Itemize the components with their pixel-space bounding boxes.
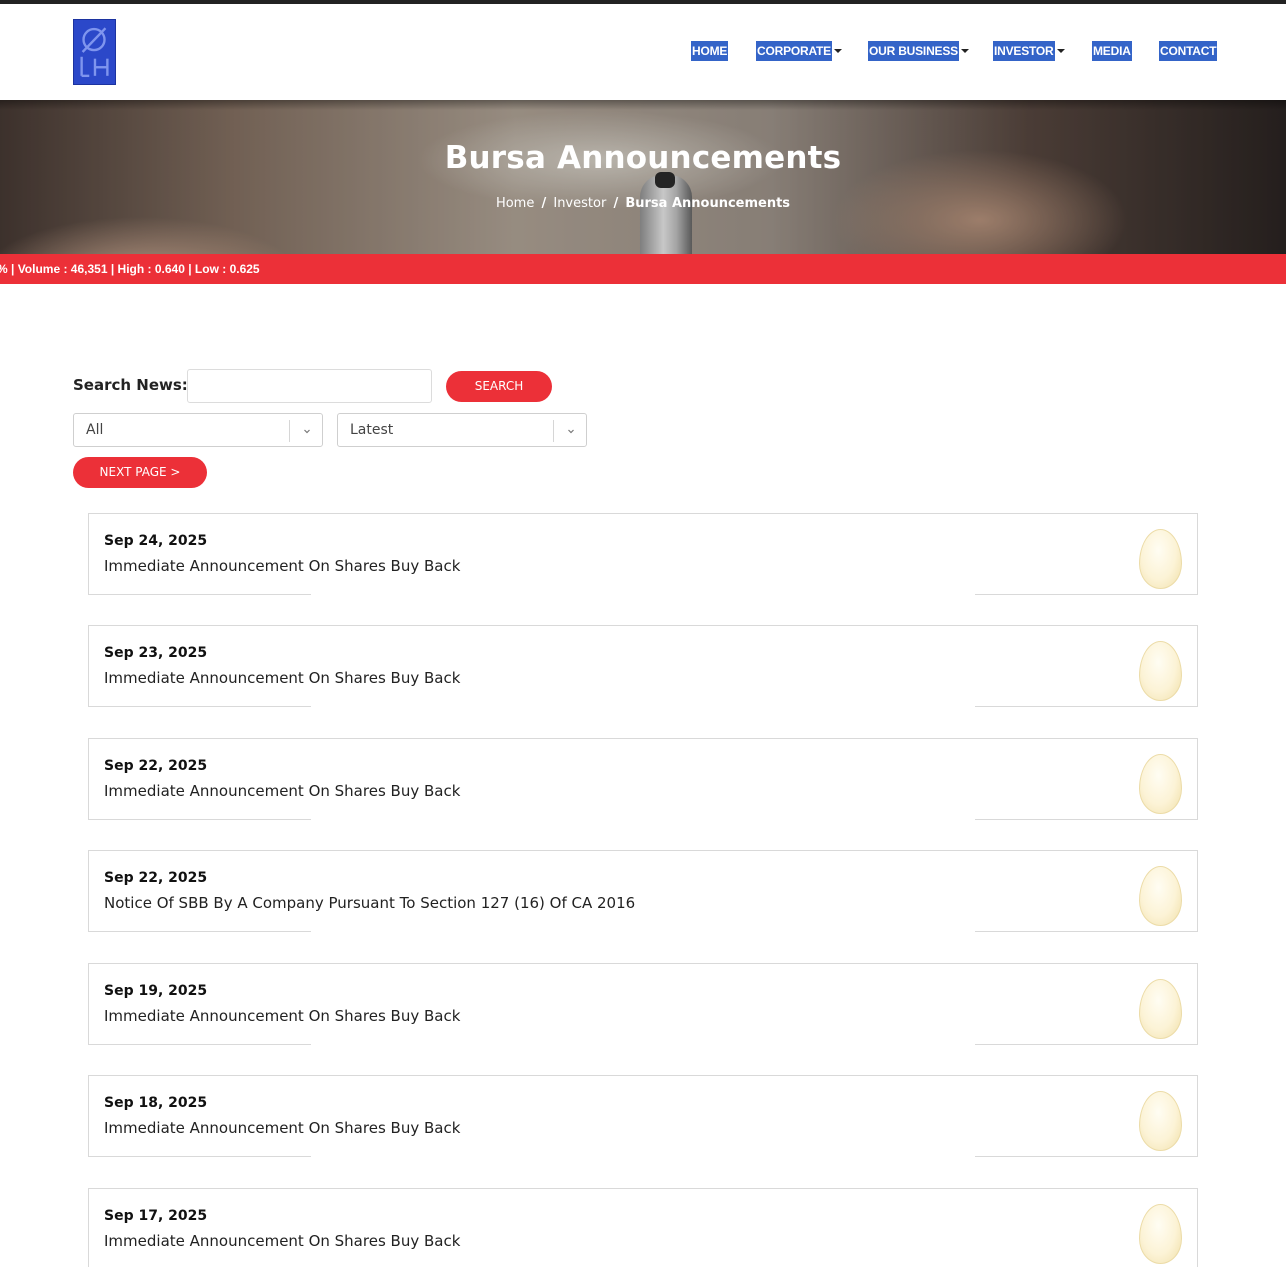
announcement-title: Immediate Announcement On Shares Buy Bac… xyxy=(104,1119,461,1137)
border-gap xyxy=(311,1044,975,1045)
sort-select-value: Latest xyxy=(350,422,394,438)
border-gap xyxy=(311,706,975,707)
border-gap xyxy=(311,819,975,820)
breadcrumb: Home / Investor / Bursa Announcements xyxy=(0,196,1286,211)
chevron-down-icon xyxy=(300,424,314,438)
next-page-button[interactable]: NEXT PAGE > xyxy=(73,457,207,488)
announcement-thumbnail-icon xyxy=(1139,979,1182,1039)
page-title: Bursa Announcements xyxy=(444,140,842,176)
announcement-title: Immediate Announcement On Shares Buy Bac… xyxy=(104,1007,461,1025)
nav-label: HOME xyxy=(691,41,729,61)
nav-label: INVESTOR xyxy=(993,41,1055,61)
announcement-item[interactable]: Sep 24, 2025 Immediate Announcement On S… xyxy=(88,513,1198,595)
caret-down-icon xyxy=(1056,49,1065,53)
announcement-date: Sep 23, 2025 xyxy=(104,645,208,661)
announcement-thumbnail-icon xyxy=(1139,529,1182,589)
announcement-item[interactable]: Sep 22, 2025 Immediate Announcement On S… xyxy=(88,738,1198,820)
breadcrumb-separator: / xyxy=(613,196,619,211)
category-select[interactable]: All xyxy=(73,413,323,447)
announcement-title: Immediate Announcement On Shares Buy Bac… xyxy=(104,557,461,575)
caret-down-icon xyxy=(833,49,842,53)
stock-ticker: % | Volume : 46,351 | High : 0.640 | Low… xyxy=(0,254,1286,284)
search-news-label: Search News: xyxy=(73,376,188,394)
category-select-value: All xyxy=(86,422,104,438)
announcement-title: Immediate Announcement On Shares Buy Bac… xyxy=(104,669,461,687)
announcement-date: Sep 18, 2025 xyxy=(104,1095,208,1111)
company-logo[interactable] xyxy=(73,19,116,85)
announcement-date: Sep 17, 2025 xyxy=(104,1208,208,1224)
announcement-thumbnail-icon xyxy=(1139,1204,1182,1264)
announcement-item[interactable]: Sep 23, 2025 Immediate Announcement On S… xyxy=(88,625,1198,707)
nav-label: OUR BUSINESS xyxy=(868,41,959,61)
announcement-date: Sep 22, 2025 xyxy=(104,870,208,886)
nav-item-home[interactable]: HOME xyxy=(691,41,729,61)
border-gap xyxy=(311,1156,975,1157)
announcement-thumbnail-icon xyxy=(1139,1091,1182,1151)
announcement-thumbnail-icon xyxy=(1139,866,1182,926)
nav-item-investor[interactable]: INVESTOR xyxy=(993,41,1065,61)
chevron-down-icon xyxy=(564,424,578,438)
announcement-item[interactable]: Sep 19, 2025 Immediate Announcement On S… xyxy=(88,963,1198,1045)
announcement-date: Sep 24, 2025 xyxy=(104,533,208,549)
border-gap xyxy=(311,931,975,932)
nav-item-our-business[interactable]: OUR BUSINESS xyxy=(868,41,969,61)
ticker-text: % | Volume : 46,351 | High : 0.640 | Low… xyxy=(0,262,260,276)
banner-overlay xyxy=(0,100,1286,254)
search-button[interactable]: SEARCH xyxy=(446,371,552,402)
nav-item-contact[interactable]: CONTACT xyxy=(1159,41,1218,61)
select-divider xyxy=(289,420,290,442)
nav-label: MEDIA xyxy=(1092,41,1132,61)
breadcrumb-investor-link[interactable]: Investor xyxy=(553,196,606,211)
nav-item-corporate[interactable]: CORPORATE xyxy=(756,41,842,61)
announcement-date: Sep 22, 2025 xyxy=(104,758,208,774)
site-header: HOME CORPORATE OUR BUSINESS INVESTOR MED… xyxy=(0,4,1286,100)
breadcrumb-separator: / xyxy=(541,196,547,211)
banner-top-shadow xyxy=(0,100,1286,110)
announcement-thumbnail-icon xyxy=(1139,754,1182,814)
sort-select[interactable]: Latest xyxy=(337,413,587,447)
breadcrumb-current: Bursa Announcements xyxy=(625,196,791,211)
announcement-date: Sep 19, 2025 xyxy=(104,983,208,999)
caret-down-icon xyxy=(960,49,969,53)
select-divider xyxy=(553,420,554,442)
nav-item-media[interactable]: MEDIA xyxy=(1092,41,1132,61)
search-news-input[interactable] xyxy=(187,369,432,403)
announcement-thumbnail-icon xyxy=(1139,641,1182,701)
nav-label: CONTACT xyxy=(1159,41,1218,61)
announcement-title: Notice Of SBB By A Company Pursuant To S… xyxy=(104,894,636,912)
announcement-item[interactable]: Sep 22, 2025 Notice Of SBB By A Company … xyxy=(88,850,1198,932)
announcement-title: Immediate Announcement On Shares Buy Bac… xyxy=(104,782,461,800)
announcement-item[interactable]: Sep 18, 2025 Immediate Announcement On S… xyxy=(88,1075,1198,1157)
border-gap xyxy=(311,594,975,595)
breadcrumb-home-link[interactable]: Home xyxy=(496,196,534,211)
nav-label: CORPORATE xyxy=(756,41,832,61)
announcement-title: Immediate Announcement On Shares Buy Bac… xyxy=(104,1232,461,1250)
page-banner: Bursa Announcements Home / Investor / Bu… xyxy=(0,100,1286,254)
announcement-item[interactable]: Sep 17, 2025 Immediate Announcement On S… xyxy=(88,1188,1198,1267)
